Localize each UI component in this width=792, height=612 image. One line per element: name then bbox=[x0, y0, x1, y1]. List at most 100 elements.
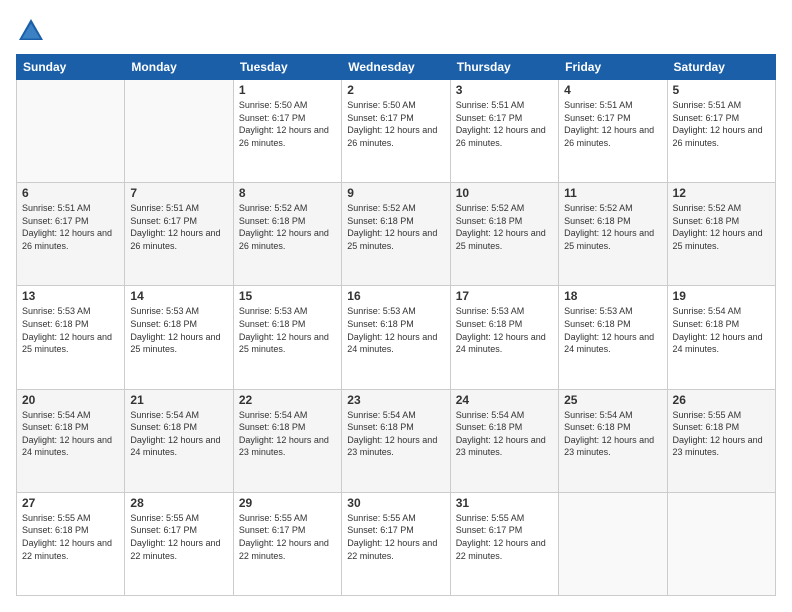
day-cell: 9Sunrise: 5:52 AM Sunset: 6:18 PM Daylig… bbox=[342, 183, 450, 286]
day-number: 29 bbox=[239, 496, 336, 510]
day-cell: 21 Sunrise: 5:54 AM Sunset: 6:18 PM Dayli… bbox=[125, 389, 233, 492]
day-info: Sunrise: 5:55 AM Sunset: 6:17 PM Dayligh… bbox=[130, 512, 227, 562]
day-number: 10 bbox=[456, 186, 553, 200]
day-info: Sunrise: 5:53 AM Sunset: 6:18 PM Dayligh… bbox=[347, 305, 444, 355]
day-number: 15 bbox=[239, 289, 336, 303]
day-number: 28 bbox=[130, 496, 227, 510]
day-info: Sunrise: 5:55 AM Sunset: 6:18 PM Dayligh… bbox=[22, 512, 119, 562]
day-number: 20 bbox=[22, 393, 119, 407]
logo-icon bbox=[16, 16, 46, 46]
day-header: Friday bbox=[559, 55, 667, 80]
day-number: 3 bbox=[456, 83, 553, 97]
week-row: 13 Sunrise: 5:53 AM Sunset: 6:18 PM Dayli… bbox=[17, 286, 776, 389]
day-cell: 29 Sunrise: 5:55 AM Sunset: 6:17 PM Dayli… bbox=[233, 492, 341, 595]
day-number: 9 bbox=[347, 186, 444, 200]
day-info: Sunrise: 5:51 AM Sunset: 6:17 PM Dayligh… bbox=[673, 99, 770, 149]
day-cell: 30 Sunrise: 5:55 AM Sunset: 6:17 PM Dayli… bbox=[342, 492, 450, 595]
day-header: Wednesday bbox=[342, 55, 450, 80]
day-cell: 13Sunrise: 5:53 AM Sunset: 6:18 PM Dayli… bbox=[17, 286, 125, 389]
day-info: Sunrise: 5:54 AM Sunset: 6:18 PM Dayligh… bbox=[22, 409, 119, 459]
day-cell: 1 Sunrise: 5:50 AM Sunset: 6:17 PM Daylig… bbox=[233, 80, 341, 183]
day-info: Sunrise: 5:54 AM Sunset: 6:18 PM Dayligh… bbox=[564, 409, 661, 459]
day-number: 25 bbox=[564, 393, 661, 407]
day-number: 14 bbox=[130, 289, 227, 303]
day-header: Tuesday bbox=[233, 55, 341, 80]
day-number: 5 bbox=[673, 83, 770, 97]
week-row: 20 Sunrise: 5:54 AM Sunset: 6:18 PM Dayli… bbox=[17, 389, 776, 492]
day-info: Sunrise: 5:54 AM Sunset: 6:18 PM Dayligh… bbox=[239, 409, 336, 459]
day-cell: 27 Sunrise: 5:55 AM Sunset: 6:18 PM Dayli… bbox=[17, 492, 125, 595]
week-row: 1 Sunrise: 5:50 AM Sunset: 6:17 PM Daylig… bbox=[17, 80, 776, 183]
day-header: Monday bbox=[125, 55, 233, 80]
day-cell bbox=[559, 492, 667, 595]
header-row: SundayMondayTuesdayWednesdayThursdayFrid… bbox=[17, 55, 776, 80]
week-row: 27 Sunrise: 5:55 AM Sunset: 6:18 PM Dayli… bbox=[17, 492, 776, 595]
day-info: Sunrise: 5:52 AM Sunset: 6:18 PM Dayligh… bbox=[239, 202, 336, 252]
day-number: 6 bbox=[22, 186, 119, 200]
day-info: Sunrise: 5:51 AM Sunset: 6:17 PM Dayligh… bbox=[22, 202, 119, 252]
day-number: 2 bbox=[347, 83, 444, 97]
day-number: 19 bbox=[673, 289, 770, 303]
day-cell: 24Sunrise: 5:54 AM Sunset: 6:18 PM Dayli… bbox=[450, 389, 558, 492]
day-cell: 7Sunrise: 5:51 AM Sunset: 6:17 PM Daylig… bbox=[125, 183, 233, 286]
day-cell: 15Sunrise: 5:53 AM Sunset: 6:18 PM Dayli… bbox=[233, 286, 341, 389]
day-cell: 19 Sunrise: 5:54 AM Sunset: 6:18 PM Dayli… bbox=[667, 286, 775, 389]
day-cell: 20 Sunrise: 5:54 AM Sunset: 6:18 PM Dayli… bbox=[17, 389, 125, 492]
day-info: Sunrise: 5:51 AM Sunset: 6:17 PM Dayligh… bbox=[456, 99, 553, 149]
day-cell: 2 Sunrise: 5:50 AM Sunset: 6:17 PM Daylig… bbox=[342, 80, 450, 183]
day-number: 18 bbox=[564, 289, 661, 303]
day-info: Sunrise: 5:53 AM Sunset: 6:18 PM Dayligh… bbox=[130, 305, 227, 355]
day-number: 12 bbox=[673, 186, 770, 200]
day-number: 26 bbox=[673, 393, 770, 407]
day-cell: 6 Sunrise: 5:51 AM Sunset: 6:17 PM Daylig… bbox=[17, 183, 125, 286]
day-cell: 5 Sunrise: 5:51 AM Sunset: 6:17 PM Daylig… bbox=[667, 80, 775, 183]
day-cell: 4 Sunrise: 5:51 AM Sunset: 6:17 PM Daylig… bbox=[559, 80, 667, 183]
day-number: 21 bbox=[130, 393, 227, 407]
day-cell: 28 Sunrise: 5:55 AM Sunset: 6:17 PM Dayli… bbox=[125, 492, 233, 595]
day-info: Sunrise: 5:54 AM Sunset: 6:18 PM Dayligh… bbox=[130, 409, 227, 459]
day-info: Sunrise: 5:50 AM Sunset: 6:17 PM Dayligh… bbox=[347, 99, 444, 149]
day-info: Sunrise: 5:54 AM Sunset: 6:18 PM Dayligh… bbox=[347, 409, 444, 459]
day-number: 17 bbox=[456, 289, 553, 303]
day-number: 4 bbox=[564, 83, 661, 97]
day-info: Sunrise: 5:51 AM Sunset: 6:17 PM Dayligh… bbox=[130, 202, 227, 252]
day-info: Sunrise: 5:55 AM Sunset: 6:17 PM Dayligh… bbox=[347, 512, 444, 562]
day-number: 22 bbox=[239, 393, 336, 407]
day-number: 13 bbox=[22, 289, 119, 303]
day-info: Sunrise: 5:55 AM Sunset: 6:17 PM Dayligh… bbox=[239, 512, 336, 562]
day-number: 27 bbox=[22, 496, 119, 510]
day-info: Sunrise: 5:50 AM Sunset: 6:17 PM Dayligh… bbox=[239, 99, 336, 149]
day-cell: 23 Sunrise: 5:54 AM Sunset: 6:18 PM Dayli… bbox=[342, 389, 450, 492]
day-cell bbox=[17, 80, 125, 183]
day-info: Sunrise: 5:52 AM Sunset: 6:18 PM Dayligh… bbox=[673, 202, 770, 252]
day-cell: 26 Sunrise: 5:55 AM Sunset: 6:18 PM Dayli… bbox=[667, 389, 775, 492]
day-cell: 3 Sunrise: 5:51 AM Sunset: 6:17 PM Daylig… bbox=[450, 80, 558, 183]
header bbox=[16, 16, 776, 46]
day-cell: 31Sunrise: 5:55 AM Sunset: 6:17 PM Dayli… bbox=[450, 492, 558, 595]
day-cell: 17 Sunrise: 5:53 AM Sunset: 6:18 PM Dayli… bbox=[450, 286, 558, 389]
day-header: Sunday bbox=[17, 55, 125, 80]
day-cell: 12 Sunrise: 5:52 AM Sunset: 6:18 PM Dayli… bbox=[667, 183, 775, 286]
day-header: Thursday bbox=[450, 55, 558, 80]
day-cell bbox=[667, 492, 775, 595]
day-number: 16 bbox=[347, 289, 444, 303]
day-cell: 22 Sunrise: 5:54 AM Sunset: 6:18 PM Dayli… bbox=[233, 389, 341, 492]
day-info: Sunrise: 5:54 AM Sunset: 6:18 PM Dayligh… bbox=[673, 305, 770, 355]
day-cell bbox=[125, 80, 233, 183]
day-number: 24 bbox=[456, 393, 553, 407]
day-number: 23 bbox=[347, 393, 444, 407]
day-number: 1 bbox=[239, 83, 336, 97]
day-number: 8 bbox=[239, 186, 336, 200]
day-cell: 25 Sunrise: 5:54 AM Sunset: 6:18 PM Dayli… bbox=[559, 389, 667, 492]
day-info: Sunrise: 5:53 AM Sunset: 6:18 PM Dayligh… bbox=[564, 305, 661, 355]
day-cell: 11Sunrise: 5:52 AM Sunset: 6:18 PM Dayli… bbox=[559, 183, 667, 286]
calendar-page: SundayMondayTuesdayWednesdayThursdayFrid… bbox=[0, 0, 792, 612]
day-cell: 18 Sunrise: 5:53 AM Sunset: 6:18 PM Dayli… bbox=[559, 286, 667, 389]
day-info: Sunrise: 5:51 AM Sunset: 6:17 PM Dayligh… bbox=[564, 99, 661, 149]
calendar-table: SundayMondayTuesdayWednesdayThursdayFrid… bbox=[16, 54, 776, 596]
day-info: Sunrise: 5:55 AM Sunset: 6:17 PM Dayligh… bbox=[456, 512, 553, 562]
day-info: Sunrise: 5:53 AM Sunset: 6:18 PM Dayligh… bbox=[456, 305, 553, 355]
day-info: Sunrise: 5:55 AM Sunset: 6:18 PM Dayligh… bbox=[673, 409, 770, 459]
logo bbox=[16, 16, 50, 46]
day-number: 30 bbox=[347, 496, 444, 510]
